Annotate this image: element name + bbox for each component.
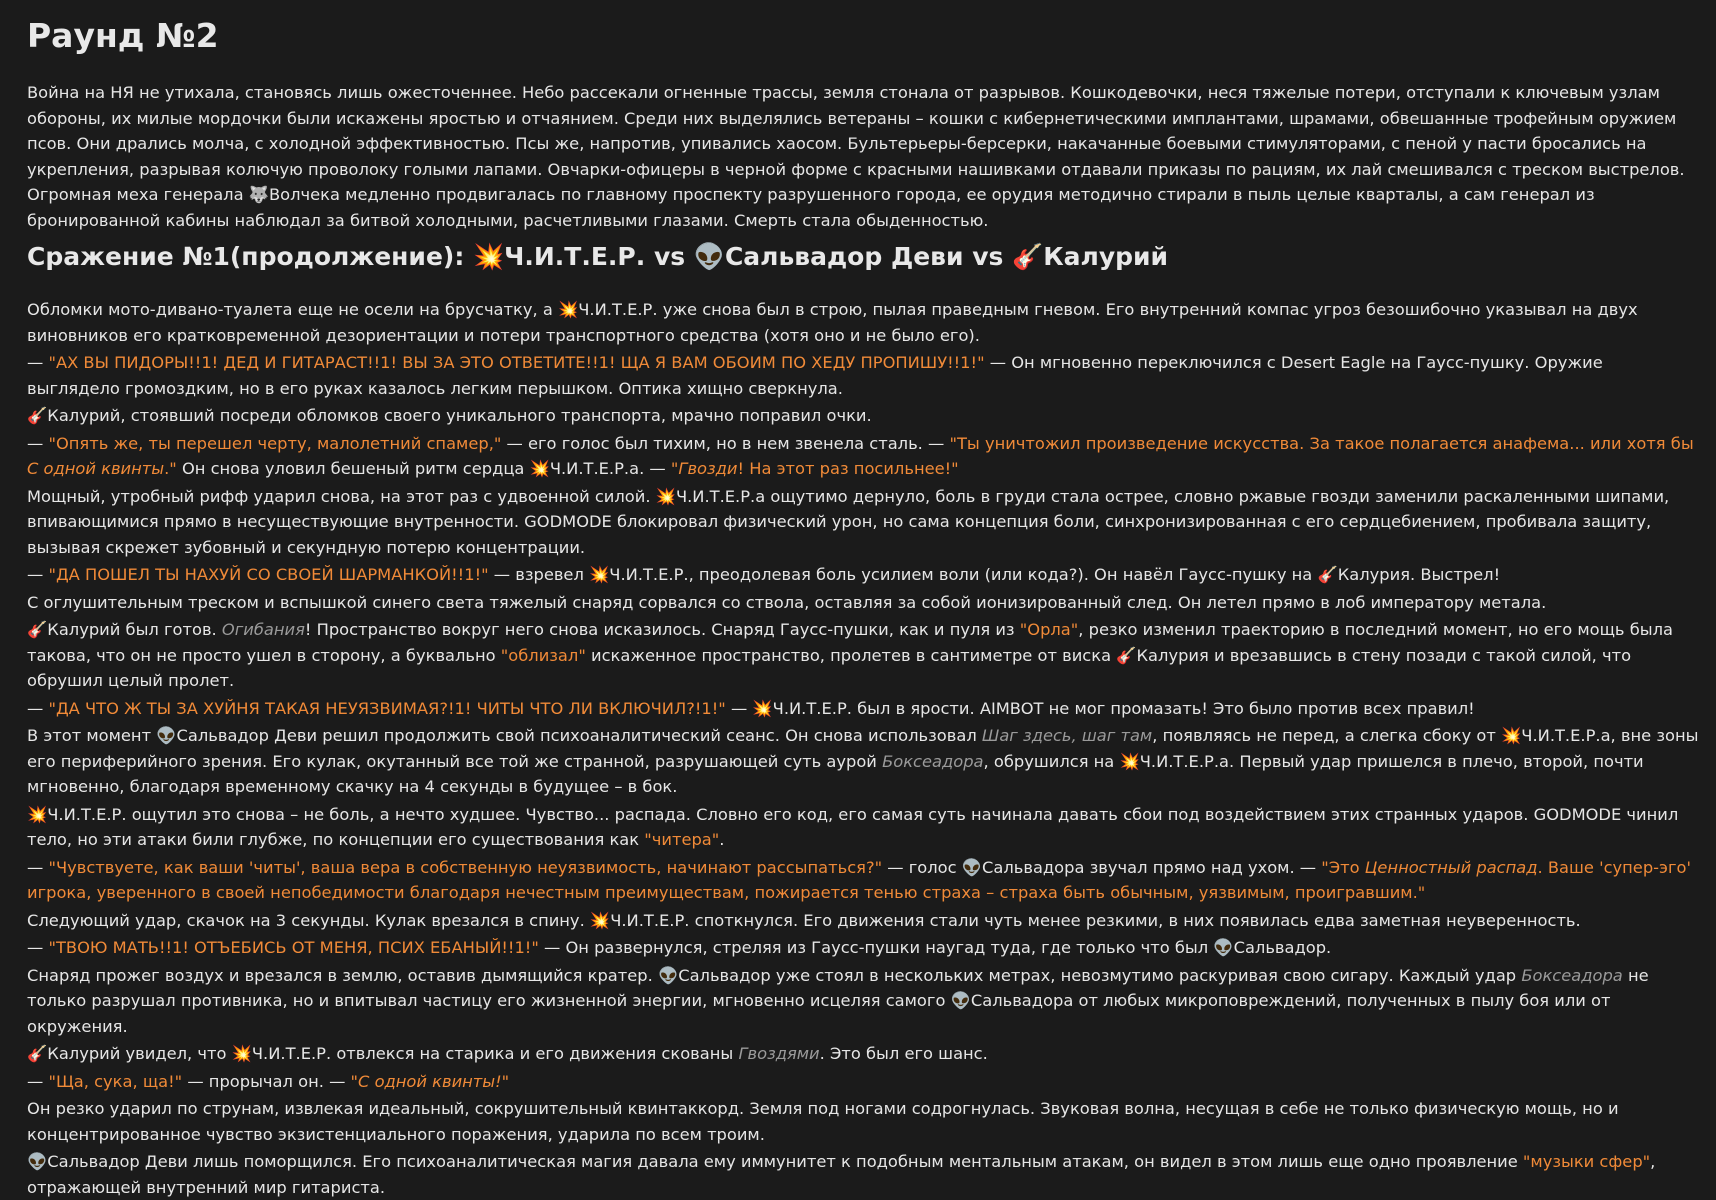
quote: "Орла": [1019, 620, 1079, 639]
fighter-3: 🎸Калурий: [1012, 242, 1169, 271]
dialogue-paragraph: — "ДА ЧТО Ж ТЫ ЗА ХУЙНЯ ТАКАЯ НЕУЯЗВИМАЯ…: [27, 696, 1700, 722]
quote-text: "Это: [1321, 857, 1365, 877]
narration: .: [719, 830, 725, 849]
narration: — взревел 💥Ч.И.Т.Е.Р., преодолевая боль …: [488, 565, 1501, 584]
dash: —: [27, 565, 49, 584]
narration: 💥Ч.И.Т.Е.Р. ощутил это снова – не боль, …: [27, 804, 1679, 850]
spell-name: Гвоздями: [738, 1044, 820, 1063]
story-paragraph: 🎸Калурий, стоявший посреди обломков свое…: [27, 406, 872, 425]
fighter-2: 👽Сальвадор Деви: [693, 242, 964, 271]
intro-paragraph: Война на НЯ не утихала, становясь лишь о…: [27, 83, 1685, 230]
quote: "ТВОЮ МАТЬ!!1! ОТЪЕБИСЬ ОТ МЕНЯ, ПСИХ ЕБ…: [48, 938, 539, 957]
vs-2: vs: [963, 242, 1013, 271]
page-title: Раунд №2: [27, 16, 219, 55]
narration: — его голос был тихим, но в нем звенела …: [501, 433, 950, 453]
narration: 🎸Калурий был готов.: [27, 620, 222, 639]
narration: Он снова уловил бешеный ритм сердца 💥Ч.И…: [176, 459, 671, 478]
spell-name: Огибания: [221, 620, 305, 639]
quote-text: ! На этот раз посильнее!": [737, 459, 959, 478]
quote: "Опять же, ты перешел черту, малолетний …: [48, 433, 502, 453]
quote: "ДА ЧТО Ж ТЫ ЗА ХУЙНЯ ТАКАЯ НЕУЯЗВИМАЯ?!…: [48, 698, 726, 718]
dash: —: [27, 1071, 49, 1091]
battle-prefix: Сражение №1(продолжение):: [27, 242, 474, 271]
quote: "ДА ПОШЕЛ ТЫ НАХУЙ СО СВОЕЙ ШАРМАНКОЙ!!1…: [48, 565, 489, 584]
story-paragraph: Следующий удар, скачок на 3 секунды. Кул…: [27, 910, 1581, 930]
spell-name: Боксеадора: [1521, 965, 1623, 985]
dash: —: [27, 698, 49, 718]
narration: В этот момент 👽Сальвадор Деви решил прод…: [27, 726, 982, 745]
dialogue-paragraph: — "Ща, сука, ща!" — прорычал он. — "С од…: [27, 1069, 1700, 1095]
story-paragraph: 👽Сальвадор Деви лишь поморщился. Его пси…: [27, 1149, 1700, 1200]
story-paragraph: 💥Ч.И.Т.Е.Р. ощутил это снова – не боль, …: [27, 802, 1700, 853]
quote: "Ща, сука, ща!": [48, 1071, 183, 1091]
narration: 👽Сальвадор Деви лишь поморщился. Его пси…: [27, 1152, 1523, 1171]
quote: "Чувствуете, как ваши 'читы', ваша вера …: [48, 857, 883, 877]
story-paragraph: 🎸Калурий был готов. Огибания! Пространст…: [27, 617, 1700, 694]
spell-name: Шаг здесь, шаг там: [981, 726, 1153, 745]
vs-1: vs: [645, 242, 694, 271]
story-paragraph: В этот момент 👽Сальвадор Деви решил прод…: [27, 723, 1700, 800]
story-paragraph: Обломки мото-дивано-туалета еще не осели…: [27, 300, 1638, 345]
narration: Снаряд прожег воздух и врезался в землю,…: [27, 965, 1522, 985]
narration: — 💥Ч.И.Т.Е.Р. был в ярости. AIMBOT не мо…: [725, 698, 1475, 718]
narration: — прорычал он. —: [182, 1071, 351, 1091]
dash: —: [27, 353, 49, 372]
spell-name: Ценностный распад: [1364, 857, 1538, 877]
narration: ! Пространство вокруг него снова исказил…: [304, 620, 1020, 639]
dash: —: [27, 938, 49, 957]
fighter-1: 💥Ч.И.Т.Е.Р.: [473, 242, 646, 271]
quote: "облизал": [500, 645, 586, 665]
story-paragraph: Мощный, утробный рифф ударил снова, на э…: [27, 486, 1670, 557]
story-paragraph: Он резко ударил по струнам, извлекая иде…: [27, 1099, 1619, 1144]
narration: — Он развернулся, стреляя из Гаусс-пушки…: [538, 938, 1332, 957]
dialogue-paragraph: — "Чувствуете, как ваши 'читы', ваша вер…: [27, 855, 1700, 906]
spell-name: "С одной квинты!": [350, 1071, 510, 1091]
story-paragraph: Снаряд прожег воздух и врезался в землю,…: [27, 963, 1700, 1040]
dialogue-paragraph: — "Опять же, ты перешел черту, малолетни…: [27, 431, 1700, 482]
quote-end: .": [164, 459, 177, 478]
battle-heading: Сражение №1(продолжение): 💥Ч.И.Т.Е.Р. vs…: [27, 239, 1700, 275]
quote-text: "Ты уничтожил произведение искусства. За…: [949, 433, 1694, 453]
spell-name: "Гвозди: [670, 459, 738, 478]
quote: "Гвозди! На этот раз посильнее!": [671, 459, 959, 478]
story-paragraph: С оглушительным треском и вспышкой синег…: [27, 592, 1547, 612]
spell-name: Боксеадора: [882, 751, 984, 771]
quote: "АХ ВЫ ПИДОРЫ!!1! ДЕД И ГИТАРАСТ!!1! ВЫ …: [48, 353, 985, 372]
narration: . Это был его шанс.: [819, 1044, 988, 1063]
dialogue-paragraph: — "ДА ПОШЕЛ ТЫ НАХУЙ СО СВОЕЙ ШАРМАНКОЙ!…: [27, 562, 1700, 588]
quote: "читера": [644, 830, 720, 849]
narration: — голос 👽Сальвадора звучал прямо над ухо…: [882, 857, 1322, 877]
quote: "С одной квинты!": [351, 1072, 510, 1091]
story-paragraph: 🎸Калурий увидел, что 💥Ч.И.Т.Е.Р. отвлекс…: [27, 1041, 1700, 1067]
dialogue-paragraph: — "АХ ВЫ ПИДОРЫ!!1! ДЕД И ГИТАРАСТ!!1! В…: [27, 350, 1700, 401]
dialogue-paragraph: — "ТВОЮ МАТЬ!!1! ОТЪЕБИСЬ ОТ МЕНЯ, ПСИХ …: [27, 935, 1700, 961]
narration: 🎸Калурий увидел, что 💥Ч.И.Т.Е.Р. отвлекс…: [27, 1044, 739, 1063]
quote: "музыки сфер": [1522, 1152, 1651, 1171]
dash: —: [27, 433, 49, 453]
spell-name: С одной квинты: [27, 459, 165, 478]
dash: —: [27, 857, 49, 877]
